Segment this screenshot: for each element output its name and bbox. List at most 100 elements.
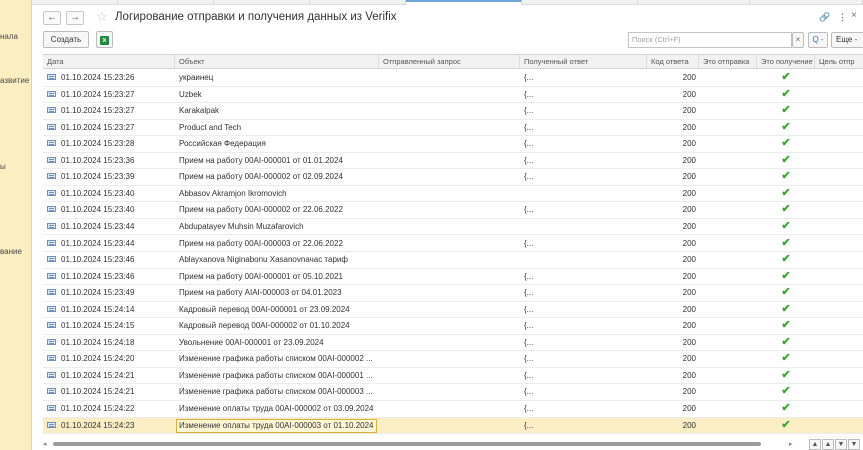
date-text: 01.10.2024 15:23:40 bbox=[61, 205, 135, 215]
date-text: 01.10.2024 15:23:27 bbox=[61, 89, 135, 99]
more-actions-button[interactable]: Еще - bbox=[831, 32, 863, 48]
cell-response: {... bbox=[524, 238, 534, 248]
more-vertical-icon[interactable]: ⋮ bbox=[838, 12, 847, 23]
forward-button[interactable]: → bbox=[66, 11, 84, 25]
table-row[interactable]: 01.10.2024 15:24:20 Изменение графика раб… bbox=[43, 351, 863, 368]
cell-response: {... bbox=[524, 271, 534, 281]
close-icon[interactable]: × bbox=[851, 10, 857, 21]
cell-code: 200 bbox=[682, 337, 696, 347]
cell-date: 01.10.2024 15:23:27 bbox=[43, 120, 175, 136]
main-form: ← → ☆ Логирование отправки и получения д… bbox=[32, 5, 863, 450]
cell-code: 200 bbox=[682, 155, 696, 165]
column-header[interactable]: Цель отпр bbox=[815, 55, 863, 69]
column-header[interactable]: Код ответа bbox=[647, 55, 699, 69]
record-icon bbox=[47, 222, 56, 229]
cell-request bbox=[379, 169, 520, 185]
table-row[interactable]: 01.10.2024 15:24:18 Увольнение 00AI-00000… bbox=[43, 335, 863, 352]
date-text: 01.10.2024 15:23:44 bbox=[61, 221, 135, 231]
column-header[interactable]: Дата bbox=[43, 55, 175, 69]
table-row[interactable]: 01.10.2024 15:23:40 Abbasov Akramjon Ikro… bbox=[43, 186, 863, 203]
scroll-right-icon[interactable]: ▸ bbox=[789, 440, 793, 448]
cell-date: 01.10.2024 15:23:26 bbox=[43, 70, 175, 86]
cell-object: Прием на работу 00AI-000003 от 22.06.202… bbox=[179, 238, 343, 248]
cell-object: Российская Федерация bbox=[179, 139, 266, 149]
search-button[interactable]: Q - bbox=[808, 32, 828, 48]
export-excel-button[interactable]: x bbox=[96, 31, 113, 48]
first-page-button[interactable]: ▲ bbox=[809, 439, 821, 450]
cell-request bbox=[379, 285, 520, 301]
record-icon bbox=[47, 239, 56, 246]
column-header[interactable]: Полученный ответ bbox=[520, 55, 647, 69]
cell-date: 01.10.2024 15:23:44 bbox=[43, 219, 175, 235]
last-page-button[interactable]: ▼ bbox=[848, 439, 860, 450]
checkmark-icon: ✔ bbox=[781, 253, 791, 266]
table-row-selected[interactable]: 01.10.2024 15:24:23 Изменение оплаты труд… bbox=[43, 417, 863, 435]
scrollbar-thumb[interactable] bbox=[53, 442, 761, 446]
table-row[interactable]: 01.10.2024 15:23:26 украинец {... 200 ✔ bbox=[43, 70, 863, 87]
search-input[interactable]: Поиск (Ctrl+F) bbox=[628, 32, 792, 48]
table-row[interactable]: 01.10.2024 15:23:27 Uzbek {... 200 ✔ bbox=[43, 87, 863, 104]
cell-object: Прием на работу 00AI-000002 от 02.09.202… bbox=[179, 172, 343, 182]
cell-code: 200 bbox=[682, 122, 696, 132]
cell-code: 200 bbox=[682, 205, 696, 215]
table-row[interactable]: 01.10.2024 15:23:28 Российская Федерация {… bbox=[43, 136, 863, 153]
cell-date: 01.10.2024 15:23:36 bbox=[43, 153, 175, 169]
cell-code: 200 bbox=[682, 221, 696, 231]
cell-date: 01.10.2024 15:24:15 bbox=[43, 318, 175, 334]
checkmark-icon: ✔ bbox=[781, 335, 791, 348]
cell-date: 01.10.2024 15:23:27 bbox=[43, 87, 175, 103]
sidebar-item[interactable]: ы bbox=[0, 162, 31, 171]
table-row[interactable]: 01.10.2024 15:23:46 Прием на работу 00AI-… bbox=[43, 269, 863, 286]
cell-request bbox=[379, 418, 520, 434]
table-row[interactable]: 01.10.2024 15:23:44 Прием на работу 00AI-… bbox=[43, 236, 863, 252]
cell-response: {... bbox=[524, 172, 534, 182]
table-row[interactable]: 01.10.2024 15:23:27 Karakalpak {... 200 ✔ bbox=[43, 103, 863, 120]
scroll-left-icon[interactable]: ◂ bbox=[43, 440, 47, 448]
sidebar-item[interactable]: азвитие bbox=[0, 76, 31, 85]
table-row[interactable]: 01.10.2024 15:23:40 Прием на работу 00AI-… bbox=[43, 202, 863, 219]
column-header[interactable]: Отправленный запрос bbox=[379, 55, 520, 69]
column-header[interactable]: Это получение bbox=[757, 55, 815, 69]
table-row[interactable]: 01.10.2024 15:24:21 Изменение графика раб… bbox=[43, 368, 863, 385]
date-text: 01.10.2024 15:23:44 bbox=[61, 238, 135, 248]
sidebar-item[interactable]: нала bbox=[0, 32, 31, 41]
cell-date: 01.10.2024 15:24:20 bbox=[43, 351, 175, 367]
date-text: 01.10.2024 15:24:20 bbox=[61, 354, 135, 364]
cell-object: украинец bbox=[179, 73, 214, 82]
link-icon[interactable]: 🔗 bbox=[819, 12, 830, 23]
cell-object: Uzbek bbox=[179, 89, 202, 99]
date-text: 01.10.2024 15:23:46 bbox=[61, 255, 135, 265]
back-button[interactable]: ← bbox=[43, 11, 61, 25]
table-row[interactable]: 01.10.2024 15:24:22 Изменение оплаты труд… bbox=[43, 401, 863, 418]
checkmark-icon: ✔ bbox=[781, 385, 791, 398]
table-row[interactable]: 01.10.2024 15:24:15 Кадровый перевод 00AI… bbox=[43, 318, 863, 335]
clear-search-button[interactable]: × bbox=[792, 32, 804, 48]
cell-request bbox=[379, 252, 520, 268]
table-row[interactable]: 01.10.2024 15:23:39 Прием на работу 00AI-… bbox=[43, 169, 863, 186]
horizontal-scrollbar[interactable]: ◂ ▸ bbox=[43, 440, 803, 448]
cell-request bbox=[379, 302, 520, 318]
cell-response: {... bbox=[524, 205, 534, 215]
sidebar-item[interactable]: вание bbox=[0, 247, 31, 256]
next-page-button[interactable]: ▼ bbox=[835, 439, 847, 450]
table-row[interactable]: 01.10.2024 15:24:14 Кадровый перевод 00AI… bbox=[43, 302, 863, 319]
cell-response: {... bbox=[524, 139, 534, 149]
column-header[interactable]: Это отправка bbox=[699, 55, 757, 69]
table-row[interactable]: 01.10.2024 15:24:21 Изменение графика раб… bbox=[43, 384, 863, 401]
prev-page-button[interactable]: ▲ bbox=[822, 439, 834, 450]
table-row[interactable]: 01.10.2024 15:23:46 Ablayxanova Niginabon… bbox=[43, 252, 863, 269]
favorite-star-icon[interactable]: ☆ bbox=[96, 9, 108, 25]
cell-code: 200 bbox=[682, 188, 696, 198]
column-header[interactable]: Объект bbox=[175, 55, 379, 69]
table-row[interactable]: 01.10.2024 15:23:44 Abdupatayev Muhsin Mu… bbox=[43, 219, 863, 236]
cell-send bbox=[699, 186, 757, 202]
current-cell-text[interactable]: Изменение оплаты труда 00AI-000003 от 01… bbox=[176, 418, 377, 433]
table-row[interactable]: 01.10.2024 15:23:27 Product and Tech {... 2… bbox=[43, 120, 863, 137]
cell-request bbox=[379, 153, 520, 169]
table-row[interactable]: 01.10.2024 15:23:49 Прием на работу AIAI-… bbox=[43, 285, 863, 302]
table-row[interactable]: 01.10.2024 15:23:36 Прием на работу 00AI-… bbox=[43, 153, 863, 170]
create-button[interactable]: Создать bbox=[43, 31, 89, 48]
cell-code: 200 bbox=[682, 370, 696, 380]
cell-response bbox=[520, 186, 647, 202]
cell-send bbox=[699, 252, 757, 268]
